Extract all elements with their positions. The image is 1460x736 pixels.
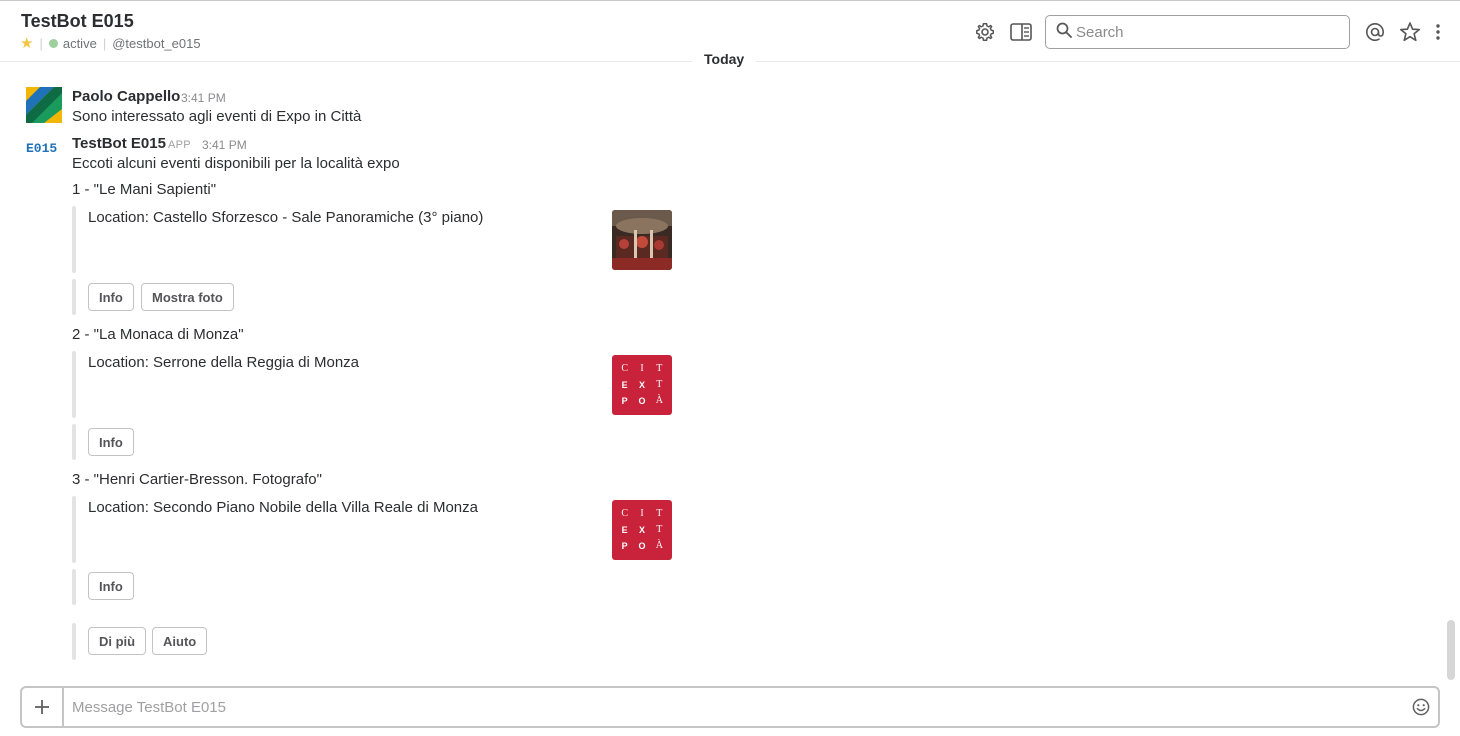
info-button[interactable]: Info: [88, 428, 134, 456]
meta-separator: |: [102, 36, 107, 51]
scrollbar-track[interactable]: [1446, 66, 1456, 682]
attach-plus-icon[interactable]: [22, 688, 64, 726]
emoji-icon[interactable]: [1404, 690, 1438, 724]
message-author[interactable]: Paolo Cappello: [72, 88, 180, 105]
sidebar-toggle-icon[interactable]: [1009, 20, 1033, 44]
attachment-bar: [72, 424, 76, 460]
attachment-bar: [72, 351, 76, 418]
show-photo-button[interactable]: Mostra foto: [141, 283, 234, 311]
attachment-bar: [72, 206, 76, 273]
expo-logo-thumbnail[interactable]: CIT EXT POÀ: [612, 500, 672, 560]
message-time[interactable]: 3:41 PM: [202, 138, 247, 152]
bot-avatar[interactable]: E015: [26, 141, 62, 177]
event-location: Location: Castello Sforzesco - Sale Pano…: [88, 209, 484, 226]
help-button[interactable]: Aiuto: [152, 627, 208, 655]
message-intro: Eccoti alcuni eventi disponibili per la …: [72, 155, 400, 172]
channel-meta: ★ | active | @testbot_e015: [20, 36, 201, 52]
gear-icon[interactable]: [973, 20, 997, 44]
event-location: Location: Serrone della Reggia di Monza: [88, 354, 360, 371]
message-input[interactable]: [72, 698, 1404, 716]
message-author[interactable]: TestBot E015: [72, 135, 166, 152]
search-icon: [1056, 22, 1072, 43]
attachment-bar: [72, 279, 76, 315]
presence-dot-icon: [48, 39, 58, 48]
starred-star-icon[interactable]: ★: [20, 36, 33, 51]
meta-separator: |: [39, 36, 43, 51]
event-thumbnail-photo[interactable]: [612, 210, 672, 270]
expo-logo-thumbnail[interactable]: CIT EXT POÀ: [612, 355, 672, 415]
search-box[interactable]: [1045, 15, 1350, 49]
mentions-icon[interactable]: [1363, 20, 1387, 44]
app-badge: APP: [168, 139, 191, 151]
star-icon[interactable]: [1398, 20, 1422, 44]
attachment-bar: [72, 623, 76, 660]
attachment-bar: [72, 569, 76, 605]
event-title: 3 - "Henri Cartier-Bresson. Fotografo": [72, 471, 322, 488]
event-title: 1 - "Le Mani Sapienti": [72, 181, 217, 198]
info-button[interactable]: Info: [88, 283, 134, 311]
search-input[interactable]: [1076, 23, 1336, 41]
scrollbar-thumb[interactable]: [1447, 620, 1455, 680]
event-title: 2 - "La Monaca di Monza": [72, 326, 244, 343]
attachment-bar: [72, 496, 76, 563]
message-time[interactable]: 3:41 PM: [181, 91, 226, 105]
user-avatar[interactable]: [26, 87, 62, 123]
channel-title[interactable]: TestBot E015: [21, 11, 134, 32]
message-text: Sono interessato agli eventi di Expo in …: [72, 108, 362, 125]
more-events-button[interactable]: Di più: [88, 627, 147, 655]
bot-handle[interactable]: @testbot_e015: [112, 36, 200, 51]
more-icon[interactable]: [1426, 20, 1450, 44]
message-composer[interactable]: [20, 686, 1440, 728]
presence-status: active: [62, 36, 97, 51]
event-location: Location: Secondo Piano Nobile della Vil…: [88, 499, 478, 516]
info-button[interactable]: Info: [88, 572, 134, 600]
